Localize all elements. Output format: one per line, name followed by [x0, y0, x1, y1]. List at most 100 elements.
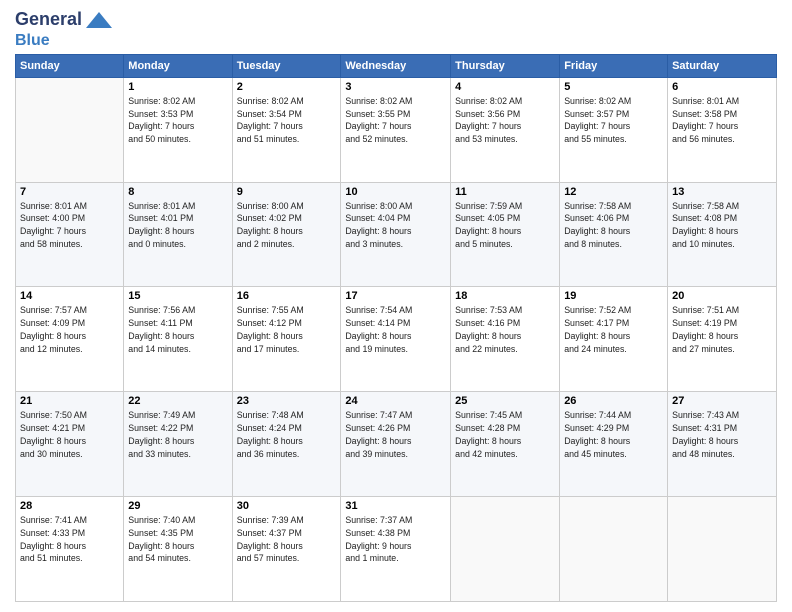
day-number: 23	[237, 395, 337, 407]
day-number: 12	[564, 186, 663, 198]
day-info: Sunrise: 8:01 AMSunset: 3:58 PMDaylight:…	[672, 95, 772, 146]
logo-general: General	[15, 10, 82, 30]
week-row-4: 28 Sunrise: 7:41 AMSunset: 4:33 PMDayligh…	[16, 497, 777, 602]
day-number: 19	[564, 290, 663, 302]
day-number: 26	[564, 395, 663, 407]
day-cell	[451, 497, 560, 602]
day-number: 14	[20, 290, 119, 302]
day-cell: 23 Sunrise: 7:48 AMSunset: 4:24 PMDayligh…	[232, 392, 341, 497]
page: General Blue SundayMondayTuesdayWednesda…	[0, 0, 792, 612]
day-cell: 11Sunrise: 7:59 AMSunset: 4:05 PMDayligh…	[451, 182, 560, 287]
col-header-tuesday: Tuesday	[232, 54, 341, 77]
day-number: 16	[237, 290, 337, 302]
day-number: 5	[564, 81, 663, 93]
day-number: 15	[128, 290, 227, 302]
day-number: 13	[672, 186, 772, 198]
day-number: 2	[237, 81, 337, 93]
day-cell: 20 Sunrise: 7:51 AMSunset: 4:19 PMDayligh…	[668, 287, 777, 392]
day-cell: 19Sunrise: 7:52 AMSunset: 4:17 PMDayligh…	[560, 287, 668, 392]
logo-blue: Blue	[15, 30, 50, 50]
day-cell: 9 Sunrise: 8:00 AMSunset: 4:02 PMDaylight…	[232, 182, 341, 287]
day-info: Sunrise: 7:40 AMSunset: 4:35 PMDaylight:…	[128, 514, 227, 565]
day-number: 3	[345, 81, 446, 93]
col-header-friday: Friday	[560, 54, 668, 77]
day-info: Sunrise: 7:41 AMSunset: 4:33 PMDaylight:…	[20, 514, 119, 565]
week-row-1: 7 Sunrise: 8:01 AMSunset: 4:00 PMDaylight…	[16, 182, 777, 287]
day-info: Sunrise: 7:58 AMSunset: 4:06 PMDaylight:…	[564, 200, 663, 251]
day-number: 1	[128, 81, 227, 93]
day-cell	[16, 77, 124, 182]
day-cell: 26 Sunrise: 7:44 AMSunset: 4:29 PMDayligh…	[560, 392, 668, 497]
day-number: 21	[20, 395, 119, 407]
day-cell: 25 Sunrise: 7:45 AMSunset: 4:28 PMDayligh…	[451, 392, 560, 497]
day-number: 25	[455, 395, 555, 407]
day-info: Sunrise: 7:47 AMSunset: 4:26 PMDaylight:…	[345, 409, 446, 460]
day-cell: 22Sunrise: 7:49 AMSunset: 4:22 PMDayligh…	[124, 392, 232, 497]
logo-icon	[84, 10, 114, 30]
day-cell: 13 Sunrise: 7:58 AMSunset: 4:08 PMDayligh…	[668, 182, 777, 287]
day-info: Sunrise: 7:57 AMSunset: 4:09 PMDaylight:…	[20, 304, 119, 355]
day-number: 20	[672, 290, 772, 302]
day-cell: 7 Sunrise: 8:01 AMSunset: 4:00 PMDaylight…	[16, 182, 124, 287]
day-info: Sunrise: 8:02 AMSunset: 3:53 PMDaylight:…	[128, 95, 227, 146]
day-cell: 29 Sunrise: 7:40 AMSunset: 4:35 PMDayligh…	[124, 497, 232, 602]
day-number: 17	[345, 290, 446, 302]
day-number: 9	[237, 186, 337, 198]
day-cell: 28 Sunrise: 7:41 AMSunset: 4:33 PMDayligh…	[16, 497, 124, 602]
day-number: 31	[345, 500, 446, 512]
day-info: Sunrise: 7:43 AMSunset: 4:31 PMDaylight:…	[672, 409, 772, 460]
day-number: 11	[455, 186, 555, 198]
day-cell: 2Sunrise: 8:02 AMSunset: 3:54 PMDaylight…	[232, 77, 341, 182]
day-number: 28	[20, 500, 119, 512]
day-info: Sunrise: 8:01 AMSunset: 4:00 PMDaylight:…	[20, 200, 119, 251]
day-cell	[560, 497, 668, 602]
day-cell: 18Sunrise: 7:53 AMSunset: 4:16 PMDayligh…	[451, 287, 560, 392]
col-header-monday: Monday	[124, 54, 232, 77]
day-cell: 24 Sunrise: 7:47 AMSunset: 4:26 PMDayligh…	[341, 392, 451, 497]
week-row-0: 1 Sunrise: 8:02 AMSunset: 3:53 PMDaylight…	[16, 77, 777, 182]
day-info: Sunrise: 7:44 AMSunset: 4:29 PMDaylight:…	[564, 409, 663, 460]
day-cell: 30Sunrise: 7:39 AMSunset: 4:37 PMDayligh…	[232, 497, 341, 602]
logo: General Blue	[15, 10, 114, 50]
day-number: 18	[455, 290, 555, 302]
day-info: Sunrise: 8:01 AMSunset: 4:01 PMDaylight:…	[128, 200, 227, 251]
day-cell: 10 Sunrise: 8:00 AMSunset: 4:04 PMDayligh…	[341, 182, 451, 287]
day-info: Sunrise: 7:45 AMSunset: 4:28 PMDaylight:…	[455, 409, 555, 460]
day-number: 10	[345, 186, 446, 198]
day-number: 6	[672, 81, 772, 93]
day-number: 27	[672, 395, 772, 407]
day-cell: 3 Sunrise: 8:02 AMSunset: 3:55 PMDaylight…	[341, 77, 451, 182]
day-info: Sunrise: 8:00 AMSunset: 4:04 PMDaylight:…	[345, 200, 446, 251]
calendar-header-row: SundayMondayTuesdayWednesdayThursdayFrid…	[16, 54, 777, 77]
day-info: Sunrise: 7:48 AMSunset: 4:24 PMDaylight:…	[237, 409, 337, 460]
day-number: 24	[345, 395, 446, 407]
day-info: Sunrise: 7:51 AMSunset: 4:19 PMDaylight:…	[672, 304, 772, 355]
col-header-wednesday: Wednesday	[341, 54, 451, 77]
day-cell: 27 Sunrise: 7:43 AMSunset: 4:31 PMDayligh…	[668, 392, 777, 497]
day-info: Sunrise: 7:37 AMSunset: 4:38 PMDaylight:…	[345, 514, 446, 565]
day-info: Sunrise: 7:56 AMSunset: 4:11 PMDaylight:…	[128, 304, 227, 355]
day-cell: 1 Sunrise: 8:02 AMSunset: 3:53 PMDaylight…	[124, 77, 232, 182]
day-number: 7	[20, 186, 119, 198]
day-number: 29	[128, 500, 227, 512]
day-info: Sunrise: 8:02 AMSunset: 3:56 PMDaylight:…	[455, 95, 555, 146]
day-number: 4	[455, 81, 555, 93]
day-info: Sunrise: 8:02 AMSunset: 3:55 PMDaylight:…	[345, 95, 446, 146]
day-info: Sunrise: 7:55 AMSunset: 4:12 PMDaylight:…	[237, 304, 337, 355]
col-header-sunday: Sunday	[16, 54, 124, 77]
calendar-table: SundayMondayTuesdayWednesdayThursdayFrid…	[15, 54, 777, 602]
day-cell: 4 Sunrise: 8:02 AMSunset: 3:56 PMDaylight…	[451, 77, 560, 182]
day-info: Sunrise: 8:00 AMSunset: 4:02 PMDaylight:…	[237, 200, 337, 251]
day-info: Sunrise: 7:49 AMSunset: 4:22 PMDaylight:…	[128, 409, 227, 460]
day-cell: 8Sunrise: 8:01 AMSunset: 4:01 PMDaylight…	[124, 182, 232, 287]
day-cell: 17 Sunrise: 7:54 AMSunset: 4:14 PMDayligh…	[341, 287, 451, 392]
col-header-saturday: Saturday	[668, 54, 777, 77]
day-number: 30	[237, 500, 337, 512]
day-info: Sunrise: 7:58 AMSunset: 4:08 PMDaylight:…	[672, 200, 772, 251]
col-header-thursday: Thursday	[451, 54, 560, 77]
day-cell: 21Sunrise: 7:50 AMSunset: 4:21 PMDayligh…	[16, 392, 124, 497]
header: General Blue	[15, 10, 777, 50]
day-info: Sunrise: 7:54 AMSunset: 4:14 PMDaylight:…	[345, 304, 446, 355]
week-row-2: 14 Sunrise: 7:57 AMSunset: 4:09 PMDayligh…	[16, 287, 777, 392]
day-info: Sunrise: 8:02 AMSunset: 3:57 PMDaylight:…	[564, 95, 663, 146]
